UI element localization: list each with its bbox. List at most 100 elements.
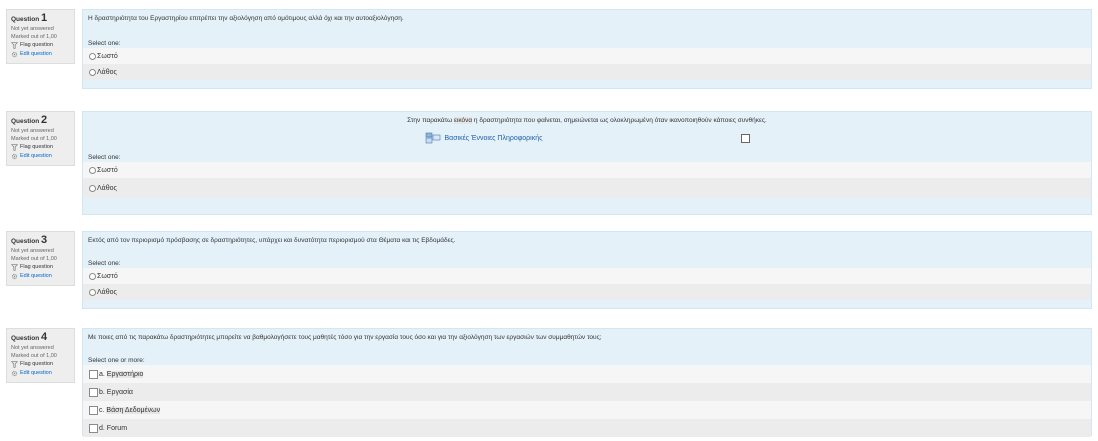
option-label: Βάση Δεδομένων (106, 406, 161, 414)
select-prompt: Select one or more: (88, 357, 145, 364)
edit-question-link[interactable]: Edit question (11, 369, 71, 378)
edit-question-link[interactable]: Edit question (11, 152, 71, 161)
gear-icon (11, 370, 18, 377)
question-label: Question (11, 16, 40, 23)
option-label: Σωστό (97, 272, 118, 280)
question-number: Question 2 (11, 115, 71, 127)
radio-button[interactable] (89, 184, 96, 192)
course-name: Βασικές Έννοιες Πληροφορικής (444, 134, 543, 142)
question-label: Question (11, 118, 40, 125)
question-status: Not yet answered (11, 128, 54, 134)
answer-option[interactable]: Λάθος (83, 64, 1091, 80)
flag-icon (11, 42, 18, 49)
edit-question-label: Edit question (20, 153, 52, 159)
checkbox[interactable] (89, 369, 98, 379)
option-label: Λάθος (97, 184, 117, 192)
gear-icon (11, 51, 18, 58)
flag-question-label: Flag question (20, 264, 54, 270)
edit-question-link[interactable]: Edit question (11, 272, 71, 281)
course-entry: Βασικές Έννοιες Πληροφορικής (425, 132, 543, 144)
checkbox[interactable] (89, 387, 98, 397)
question-box: Εκτός από τον περιορισμό πρόσβασης σε δρ… (82, 231, 1092, 309)
option-prefix: c. (99, 406, 105, 414)
flag-question-label: Flag question (20, 144, 54, 150)
question-text-highlight: εικόνα (453, 117, 473, 124)
question-marks: Marked out of 1,00 (11, 136, 57, 142)
flag-question-link[interactable]: Flag question (11, 360, 71, 369)
radio-button[interactable] (89, 52, 96, 60)
flag-question-link[interactable]: Flag question (11, 263, 71, 272)
flag-question-link[interactable]: Flag question (11, 41, 71, 50)
radio-button[interactable] (89, 68, 96, 76)
answer-option[interactable]: Σωστό (83, 48, 1091, 64)
answer-option[interactable]: Λάθος (83, 284, 1091, 300)
flag-icon (11, 264, 18, 271)
answer-options: a. Εργαστήριο b. Εργασία c. Βάση Δεδομέν… (83, 365, 1091, 437)
answer-option[interactable]: c. Βάση Δεδομένων (83, 401, 1091, 419)
course-activity-icon (425, 132, 440, 144)
option-label: Σωστό (97, 166, 118, 174)
question-text-start: Στην παρακάτω (407, 117, 454, 124)
question-content: Η δραστηριότητα του Εργαστηρίου επιτρέπε… (82, 9, 1092, 89)
answer-option[interactable]: Σωστό (83, 268, 1091, 284)
answer-option[interactable]: Λάθος (83, 178, 1091, 198)
option-label: Εργαστήριο (106, 370, 144, 378)
select-prompt: Select one: (88, 260, 121, 267)
edit-question-label: Edit question (20, 51, 52, 57)
answer-option[interactable]: Σωστό (83, 162, 1091, 178)
question-marks: Marked out of 1,00 (11, 34, 57, 40)
quiz-page: Question 1 Not yet answered Marked out o… (0, 0, 1098, 441)
answer-option[interactable]: d. Forum (83, 419, 1091, 437)
question-status: Not yet answered (11, 248, 54, 254)
question-text-end: η δραστηριότητα που φαίνεται, σημειώνετα… (472, 117, 767, 124)
question-box: Η δραστηριότητα του Εργαστηρίου επιτρέπε… (82, 9, 1092, 89)
question-box: Στην παρακάτω εικόνα η δραστηριότητα που… (82, 111, 1092, 215)
question-content: Εκτός από τον περιορισμό πρόσβασης σε δρ… (82, 231, 1092, 309)
answer-options: Σωστό Λάθος (83, 268, 1091, 300)
question-num: 2 (40, 114, 48, 126)
question-status: Not yet answered (11, 26, 54, 32)
edit-question-link[interactable]: Edit question (11, 50, 71, 59)
option-prefix: a. (99, 370, 105, 378)
question-label: Question (11, 238, 40, 245)
answer-option[interactable]: a. Εργαστήριο (83, 365, 1091, 383)
option-label: Λάθος (97, 288, 117, 296)
gear-icon (11, 153, 18, 160)
radio-button[interactable] (89, 288, 96, 296)
checkbox[interactable] (89, 405, 98, 415)
flag-question-label: Flag question (20, 42, 54, 48)
flag-icon (11, 144, 18, 151)
gear-icon (11, 273, 18, 280)
question-number: Question 1 (11, 13, 71, 25)
question-label: Question (11, 335, 40, 342)
flag-icon (11, 361, 18, 368)
flag-question-link[interactable]: Flag question (11, 143, 71, 152)
answer-option[interactable]: b. Εργασία (83, 383, 1091, 401)
select-prompt: Select one: (88, 40, 121, 47)
answer-options: Σωστό Λάθος (83, 162, 1091, 198)
question-num: 4 (40, 331, 48, 343)
question-text: Εκτός από τον περιορισμό πρόσβασης σε δρ… (88, 237, 456, 244)
question-num: 1 (40, 12, 48, 24)
question-marks: Marked out of 1,00 (11, 353, 57, 359)
question-number: Question 3 (11, 235, 71, 247)
question-number: Question 4 (11, 332, 71, 344)
radio-button[interactable] (89, 166, 96, 174)
option-label: Εργασία (106, 388, 133, 396)
answer-options: Σωστό Λάθος (83, 48, 1091, 80)
edit-question-label: Edit question (20, 273, 52, 279)
checkbox[interactable] (89, 423, 98, 433)
question-num: 3 (40, 234, 48, 246)
question-info: Question 2 Not yet answered Marked out o… (6, 111, 75, 166)
question-info: Question 1 Not yet answered Marked out o… (6, 9, 75, 64)
question-text: Η δραστηριότητα του Εργαστηρίου επιτρέπε… (88, 15, 404, 22)
option-prefix: d. (99, 424, 105, 432)
option-label: Λάθος (97, 68, 117, 76)
radio-button[interactable] (89, 272, 96, 280)
completion-checkbox-icon (740, 133, 750, 143)
question-text: Με ποιες από τις παρακάτω δραστηριότητες… (88, 334, 602, 341)
question-marks: Marked out of 1,00 (11, 256, 57, 262)
option-label: Forum (106, 424, 128, 432)
question-text: Στην παρακάτω εικόνα η δραστηριότητα που… (83, 112, 1091, 129)
course-image: Βασικές Έννοιες Πληροφορικής (425, 132, 750, 144)
